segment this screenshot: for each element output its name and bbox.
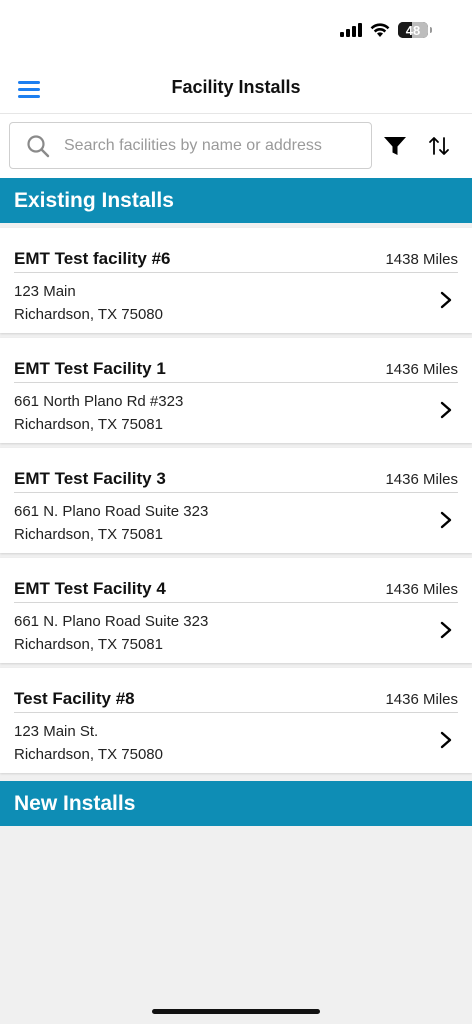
chevron-right-icon[interactable] xyxy=(440,621,452,639)
facility-name: EMT Test facility #6 xyxy=(14,249,171,268)
chevron-right-icon[interactable] xyxy=(440,401,452,419)
divider xyxy=(14,492,458,493)
chevron-right-icon[interactable] xyxy=(440,511,452,529)
filter-icon[interactable] xyxy=(383,136,407,156)
battery-level: 48 xyxy=(405,22,421,38)
address-line-1: 123 Main xyxy=(14,283,76,300)
nav-header: Facility Installs xyxy=(0,62,472,114)
divider xyxy=(14,712,458,713)
chevron-right-icon[interactable] xyxy=(440,731,452,749)
hamburger-menu-icon[interactable] xyxy=(18,81,40,98)
facility-distance: 1436 Miles xyxy=(385,360,458,378)
facility-address: 661 N. Plano Road Suite 323 Richardson, … xyxy=(14,610,208,656)
search-input[interactable] xyxy=(64,136,354,155)
facility-distance: 1436 Miles xyxy=(385,580,458,598)
address-line-2: Richardson, TX 75080 xyxy=(14,746,163,763)
facility-card[interactable]: EMT Test Facility 3 1436 Miles 661 N. Pl… xyxy=(0,448,472,553)
status-bar: 48 xyxy=(0,0,472,62)
address-line-1: 661 N. Plano Road Suite 323 xyxy=(14,503,209,520)
address-line-1: 123 Main St. xyxy=(14,723,99,740)
search-row xyxy=(0,114,472,178)
address-line-2: Richardson, TX 75080 xyxy=(14,306,163,323)
address-line-2: Richardson, TX 75081 xyxy=(14,416,163,433)
chevron-right-icon[interactable] xyxy=(440,291,452,309)
facility-distance: 1438 Miles xyxy=(385,250,458,268)
facility-card[interactable]: EMT Test Facility 1 1436 Miles 661 North… xyxy=(0,338,472,443)
facility-name: Test Facility #8 xyxy=(14,689,135,708)
home-indicator[interactable] xyxy=(152,1009,320,1014)
divider xyxy=(14,272,458,273)
facility-address: 661 North Plano Rd #323 Richardson, TX 7… xyxy=(14,390,183,436)
facility-address: 661 N. Plano Road Suite 323 Richardson, … xyxy=(14,500,208,546)
new-installs-header: New Installs xyxy=(0,781,472,826)
divider xyxy=(14,382,458,383)
wifi-icon xyxy=(370,22,390,37)
search-icon xyxy=(27,134,50,157)
facility-name: EMT Test Facility 1 xyxy=(14,359,166,378)
existing-installs-header: Existing Installs xyxy=(0,178,472,223)
address-line-1: 661 N. Plano Road Suite 323 xyxy=(14,613,209,630)
facility-address: 123 Main Richardson, TX 75080 xyxy=(14,280,163,326)
address-line-2: Richardson, TX 75081 xyxy=(14,636,163,653)
divider xyxy=(14,602,458,603)
facility-name: EMT Test Facility 3 xyxy=(14,469,166,488)
facility-distance: 1436 Miles xyxy=(385,470,458,488)
status-icons: 48 xyxy=(340,22,432,38)
facility-distance: 1436 Miles xyxy=(385,690,458,708)
address-line-2: Richardson, TX 75081 xyxy=(14,526,163,543)
page-title: Facility Installs xyxy=(171,77,301,97)
search-box[interactable] xyxy=(9,122,372,169)
sort-icon[interactable] xyxy=(427,134,451,158)
battery-icon: 48 xyxy=(398,22,432,38)
cellular-signal-icon xyxy=(340,23,362,37)
facility-name: EMT Test Facility 4 xyxy=(14,579,166,598)
facility-card[interactable]: EMT Test facility #6 1438 Miles 123 Main… xyxy=(0,228,472,333)
facility-card[interactable]: Test Facility #8 1436 Miles 123 Main St.… xyxy=(0,668,472,773)
facility-card[interactable]: EMT Test Facility 4 1436 Miles 661 N. Pl… xyxy=(0,558,472,663)
facility-list: EMT Test facility #6 1438 Miles 123 Main… xyxy=(0,228,472,778)
address-line-1: 661 North Plano Rd #323 xyxy=(14,393,184,410)
facility-address: 123 Main St. Richardson, TX 75080 xyxy=(14,720,163,766)
